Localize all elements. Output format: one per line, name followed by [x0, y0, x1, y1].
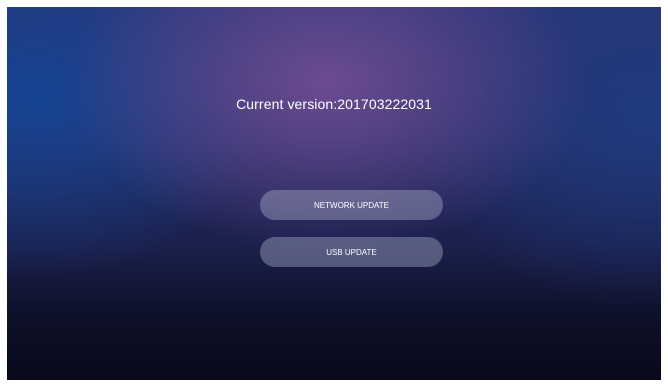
network-update-button[interactable]: NETWORK UPDATE [260, 190, 443, 220]
update-screen: Current version:201703222031 NETWORK UPD… [7, 7, 661, 380]
network-update-label: NETWORK UPDATE [314, 200, 389, 210]
usb-update-label: USB UPDATE [326, 247, 377, 257]
usb-update-button[interactable]: USB UPDATE [260, 237, 443, 267]
current-version-label: Current version:201703222031 [236, 96, 432, 112]
